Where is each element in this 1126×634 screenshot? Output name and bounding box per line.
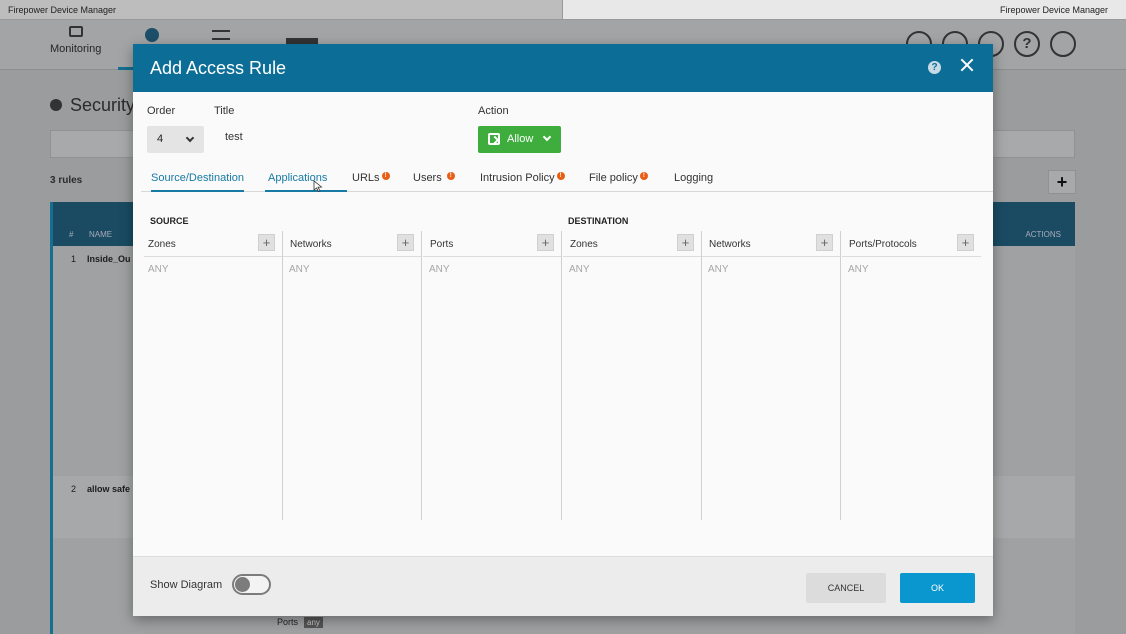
- avatar-icon[interactable]: [1050, 31, 1076, 57]
- destination-zones-column: Zones + ANY: [563, 231, 702, 520]
- dialog-title: Add Access Rule: [150, 58, 287, 78]
- show-diagram-label: Show Diagram: [150, 579, 223, 591]
- source-ports-column: Ports + ANY: [423, 231, 562, 520]
- window-title-right: Firepower Device Manager: [562, 0, 1126, 20]
- bg-page-title: Security: [50, 95, 135, 116]
- warning-dot-icon: !: [381, 172, 390, 180]
- tab-applications[interactable]: Applications: [265, 170, 347, 192]
- action-select[interactable]: Allow: [478, 126, 561, 153]
- add-destination-zone-button[interactable]: +: [677, 234, 694, 251]
- add-destination-network-button[interactable]: +: [816, 234, 833, 251]
- policies-icon[interactable]: [145, 28, 159, 42]
- add-destination-port-button[interactable]: +: [957, 234, 974, 251]
- tab-users[interactable]: Users!: [413, 170, 455, 192]
- destination-zones-header: Zones +: [563, 231, 701, 257]
- add-source-port-button[interactable]: +: [537, 234, 554, 251]
- bg-col-num: #: [69, 230, 74, 239]
- tab-intrusion-policy[interactable]: Intrusion Policy!: [480, 170, 565, 192]
- action-value: Allow: [507, 133, 534, 145]
- destination-ports-value: ANY: [848, 264, 869, 275]
- source-networks-header: Networks +: [283, 231, 421, 257]
- ok-button[interactable]: OK: [900, 573, 975, 603]
- allow-icon: [488, 133, 500, 145]
- tab-logging[interactable]: Logging: [674, 170, 713, 192]
- dialog-header: Add Access Rule ?: [133, 44, 993, 92]
- cursor-icon: [313, 180, 323, 192]
- bg-col-actions: ACTIONS: [1025, 230, 1061, 239]
- rule-tabs: Source/Destination Applications URLs! Us…: [141, 170, 993, 192]
- warning-dot-icon: !: [556, 172, 565, 180]
- bg-col-name: NAME: [89, 230, 113, 239]
- tab-urls[interactable]: URLs!: [352, 170, 390, 192]
- bg-rules-count: 3 rules: [50, 175, 83, 186]
- nav-monitoring-label: Monitoring: [50, 43, 102, 55]
- destination-networks-value: ANY: [708, 264, 729, 275]
- source-zones-header: Zones +: [144, 231, 282, 257]
- warning-dot-icon: !: [446, 172, 455, 180]
- destination-ports-header: Ports/Protocols +: [842, 231, 981, 257]
- title-label: Title: [214, 105, 235, 117]
- destination-zones-value: ANY: [569, 264, 590, 275]
- close-icon[interactable]: [960, 58, 974, 72]
- chevron-down-icon: [185, 133, 195, 143]
- source-networks-value: ANY: [289, 264, 310, 275]
- source-ports-header: Ports +: [423, 231, 561, 257]
- bg-ports-label: Ports any: [277, 617, 323, 628]
- add-source-zone-button[interactable]: +: [258, 234, 275, 251]
- nav-monitoring[interactable]: Monitoring: [50, 26, 101, 55]
- help-icon[interactable]: ?: [928, 61, 941, 74]
- destination-networks-column: Networks + ANY: [702, 231, 841, 520]
- destination-networks-header: Networks +: [702, 231, 840, 257]
- shield-icon: [50, 99, 62, 111]
- show-diagram-toggle[interactable]: [232, 574, 271, 595]
- device-icon[interactable]: [212, 30, 230, 40]
- chevron-down-icon: [542, 132, 552, 142]
- order-label: Order: [147, 105, 176, 117]
- bg-add-rule-button[interactable]: +: [1048, 170, 1076, 194]
- tab-source-destination[interactable]: Source/Destination: [151, 170, 244, 192]
- window-titlebar: Firepower Device Manager Firepower Devic…: [0, 0, 1126, 20]
- monitor-icon: [68, 26, 83, 37]
- source-zones-value: ANY: [148, 264, 169, 275]
- destination-heading: DESTINATION: [568, 216, 629, 226]
- action-label: Action: [478, 105, 509, 117]
- add-access-rule-dialog: Add Access Rule ? Order 4 Title test Act…: [133, 44, 993, 616]
- order-select[interactable]: 4: [147, 126, 204, 153]
- order-value: 4: [157, 133, 164, 145]
- cancel-button[interactable]: CANCEL: [806, 573, 886, 603]
- destination-ports-column: Ports/Protocols + ANY: [842, 231, 981, 520]
- source-heading: SOURCE: [150, 216, 189, 226]
- window-title-left: Firepower Device Manager: [0, 0, 562, 20]
- warning-dot-icon: !: [639, 172, 648, 180]
- source-ports-value: ANY: [429, 264, 450, 275]
- source-networks-column: Networks + ANY: [283, 231, 422, 520]
- tab-file-policy[interactable]: File policy!: [589, 170, 648, 192]
- source-zones-column: Zones + ANY: [144, 231, 283, 520]
- dialog-footer: Show Diagram CANCEL OK: [133, 556, 993, 616]
- help-circle-icon[interactable]: ?: [1014, 31, 1040, 57]
- add-source-network-button[interactable]: +: [397, 234, 414, 251]
- title-input[interactable]: test: [225, 131, 243, 143]
